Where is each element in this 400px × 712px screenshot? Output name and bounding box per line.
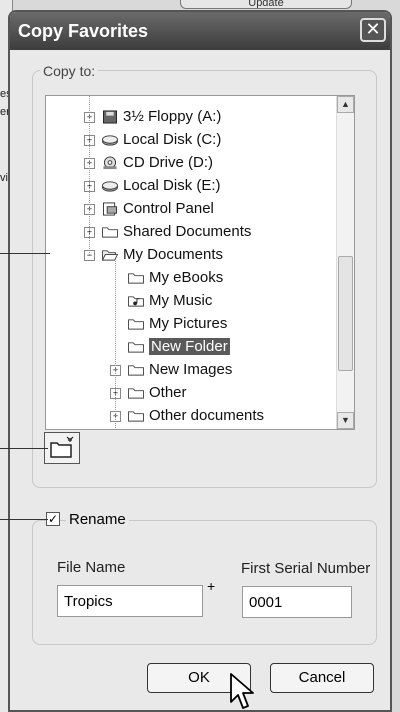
tree-item-label: New Images — [149, 361, 233, 378]
tree-item[interactable]: + Local Disk (C:) — [84, 130, 221, 150]
tree-item-label: My Music — [149, 292, 213, 309]
folder-icon — [128, 411, 144, 422]
tree-connector — [89, 96, 90, 255]
folder-icon — [128, 319, 144, 330]
rename-group — [32, 520, 377, 645]
floppy-icon — [103, 110, 117, 124]
file-name-input[interactable] — [57, 585, 203, 617]
tree-item-label: My Documents — [123, 246, 224, 263]
new-folder-icon — [50, 436, 74, 458]
tree-item-label: CD Drive (D:) — [123, 154, 213, 171]
music-folder-icon — [128, 296, 144, 307]
tree-item-label: Other — [149, 384, 187, 401]
scroll-down-button[interactable]: ▼ — [337, 412, 354, 429]
title-bar: Copy Favorites ✕ — [10, 12, 390, 50]
scroll-thumb[interactable] — [338, 256, 353, 371]
folder-icon — [128, 388, 144, 399]
tree-item[interactable]: My Pictures — [110, 314, 227, 334]
plus-sign: + — [207, 578, 216, 594]
scroll-up-button[interactable]: ▲ — [337, 96, 354, 113]
folder-icon — [128, 342, 144, 353]
tree-item-label: My Pictures — [149, 315, 228, 332]
tree-item[interactable]: My eBooks — [110, 268, 223, 288]
chevron-up-icon: ▲ — [341, 99, 350, 109]
rename-label: Rename — [66, 511, 129, 528]
folder-icon — [128, 273, 144, 284]
callout-line — [0, 519, 48, 520]
control-panel-icon — [103, 202, 117, 216]
dialog-title: Copy Favorites — [18, 21, 149, 41]
disk-icon — [102, 181, 118, 192]
tree-item-label: My eBooks — [149, 269, 224, 286]
tree-item[interactable]: My Music — [110, 291, 212, 311]
tree-scrollbar[interactable]: ▲ ▼ — [336, 96, 354, 429]
disk-icon — [102, 135, 118, 146]
file-name-label: File Name — [57, 559, 126, 576]
tree-item[interactable]: New Folder — [110, 337, 230, 357]
tree-item[interactable]: − My Documents — [84, 245, 223, 265]
cancel-button[interactable]: Cancel — [270, 663, 374, 693]
tree-item-label: Shared Documents — [123, 223, 252, 240]
tree-item[interactable]: + CD Drive (D:) — [84, 153, 213, 173]
cd-icon — [103, 156, 117, 170]
folder-tree[interactable]: ▲ ▼ +3½ Floppy (A:) + Local Disk (C:) + CD D… — [45, 95, 355, 430]
background-text-fragment: vi — [0, 172, 8, 184]
tree-item[interactable]: + Control Panel — [84, 199, 214, 219]
folder-icon — [102, 227, 118, 238]
callout-line — [0, 253, 50, 254]
tree-item[interactable]: + New Images — [110, 360, 232, 380]
copy-to-label: Copy to: — [40, 63, 99, 79]
new-folder-button[interactable] — [44, 432, 80, 464]
folder-icon — [128, 365, 144, 376]
tree-item-label: New Folder — [149, 338, 230, 355]
serial-number-label: First Serial Number — [241, 560, 371, 577]
close-icon: ✕ — [365, 19, 381, 39]
tree-item[interactable]: +3½ Floppy (A:) — [84, 107, 221, 127]
serial-number-input[interactable] — [242, 586, 352, 618]
mouse-pointer-icon — [230, 673, 254, 709]
tree-item[interactable]: + Other — [110, 383, 187, 403]
tree-item[interactable]: + Other documents — [110, 406, 264, 426]
rename-checkbox[interactable]: ✓ — [46, 512, 60, 526]
background-update-button: Update — [180, 0, 352, 9]
callout-line — [0, 448, 48, 449]
check-icon: ✓ — [47, 512, 59, 526]
tree-item[interactable]: + Shared Documents — [84, 222, 251, 242]
tree-item-label: 3½ Floppy (A:) — [123, 108, 222, 125]
tree-item-label: Other documents — [149, 407, 265, 424]
tree-item-label: Local Disk (C:) — [123, 131, 222, 148]
close-button[interactable]: ✕ — [360, 18, 386, 42]
tree-item-label: Local Disk (E:) — [123, 177, 221, 194]
tree-connector — [115, 261, 116, 429]
tree-item[interactable]: + Local Disk (E:) — [84, 176, 221, 196]
tree-item-label: Control Panel — [123, 200, 214, 217]
chevron-down-icon: ▼ — [341, 415, 350, 425]
folder-open-icon — [101, 250, 119, 261]
